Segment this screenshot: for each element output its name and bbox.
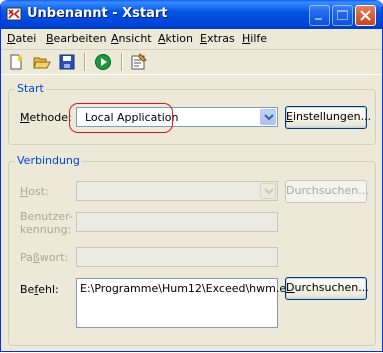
menu-aktion[interactable]: Aktion xyxy=(158,32,193,45)
menu-hilfe[interactable]: Hilfe xyxy=(242,32,267,45)
properties-icon[interactable] xyxy=(130,53,148,71)
command-label: Befehl: xyxy=(20,283,59,296)
command-field[interactable]: E:\Programme\Hum12\Exceed\hwm.exe xyxy=(76,278,299,328)
chevron-down-icon xyxy=(264,188,274,195)
title-bar[interactable]: Unbenannt - Xstart xyxy=(1,0,382,29)
host-dropdown-button[interactable] xyxy=(260,183,276,199)
start-group-title: Start xyxy=(15,82,46,95)
method-dropdown-button[interactable] xyxy=(260,109,276,125)
host-browse-button[interactable]: Durchsuchen... xyxy=(285,180,369,203)
host-select[interactable] xyxy=(76,181,278,201)
close-icon xyxy=(360,10,371,21)
minimize-icon xyxy=(315,18,322,20)
maximize-icon xyxy=(337,10,348,20)
password-label: Paßwort: xyxy=(20,251,69,264)
toolbar xyxy=(1,50,382,75)
app-window: Unbenannt - Xstart Datei Bearbeiten Ansi… xyxy=(0,0,383,352)
command-field-value: E:\Programme\Hum12\Exceed\hwm.exe xyxy=(80,282,299,295)
menu-bearbeiten[interactable]: Bearbeiten xyxy=(46,32,106,45)
settings-button[interactable]: Einstellungen... xyxy=(285,106,371,129)
run-icon[interactable] xyxy=(94,53,112,71)
open-folder-icon[interactable] xyxy=(33,53,51,71)
chevron-down-icon xyxy=(264,114,274,121)
close-button[interactable] xyxy=(355,5,376,26)
menu-bar: Datei Bearbeiten Ansicht Aktion Extras H… xyxy=(1,29,382,50)
user-label-line2: kennung: xyxy=(20,223,72,236)
menu-ansicht[interactable]: Ansicht xyxy=(111,32,152,45)
highlight-ring xyxy=(69,103,173,133)
save-icon[interactable] xyxy=(58,53,76,71)
user-label: Benutzer- kennung: xyxy=(20,210,73,236)
toolbar-separator xyxy=(121,53,123,71)
user-label-line1: Benutzer- xyxy=(20,210,73,223)
new-icon[interactable] xyxy=(7,53,25,71)
connection-group-title: Verbindung xyxy=(15,154,82,167)
menu-extras[interactable]: Extras xyxy=(200,32,235,45)
password-field[interactable] xyxy=(76,247,278,267)
minimize-button[interactable] xyxy=(309,5,330,26)
maximize-button[interactable] xyxy=(332,5,353,26)
window-title: Unbenannt - Xstart xyxy=(27,6,168,21)
menu-datei[interactable]: Datei xyxy=(7,32,36,45)
user-field[interactable] xyxy=(76,212,278,232)
method-label: Methode: xyxy=(20,111,72,124)
toolbar-separator xyxy=(84,53,86,71)
xstart-app-icon xyxy=(6,7,22,21)
host-label: Host: xyxy=(20,185,49,198)
command-browse-button[interactable]: Durchsuchen... xyxy=(285,277,369,300)
